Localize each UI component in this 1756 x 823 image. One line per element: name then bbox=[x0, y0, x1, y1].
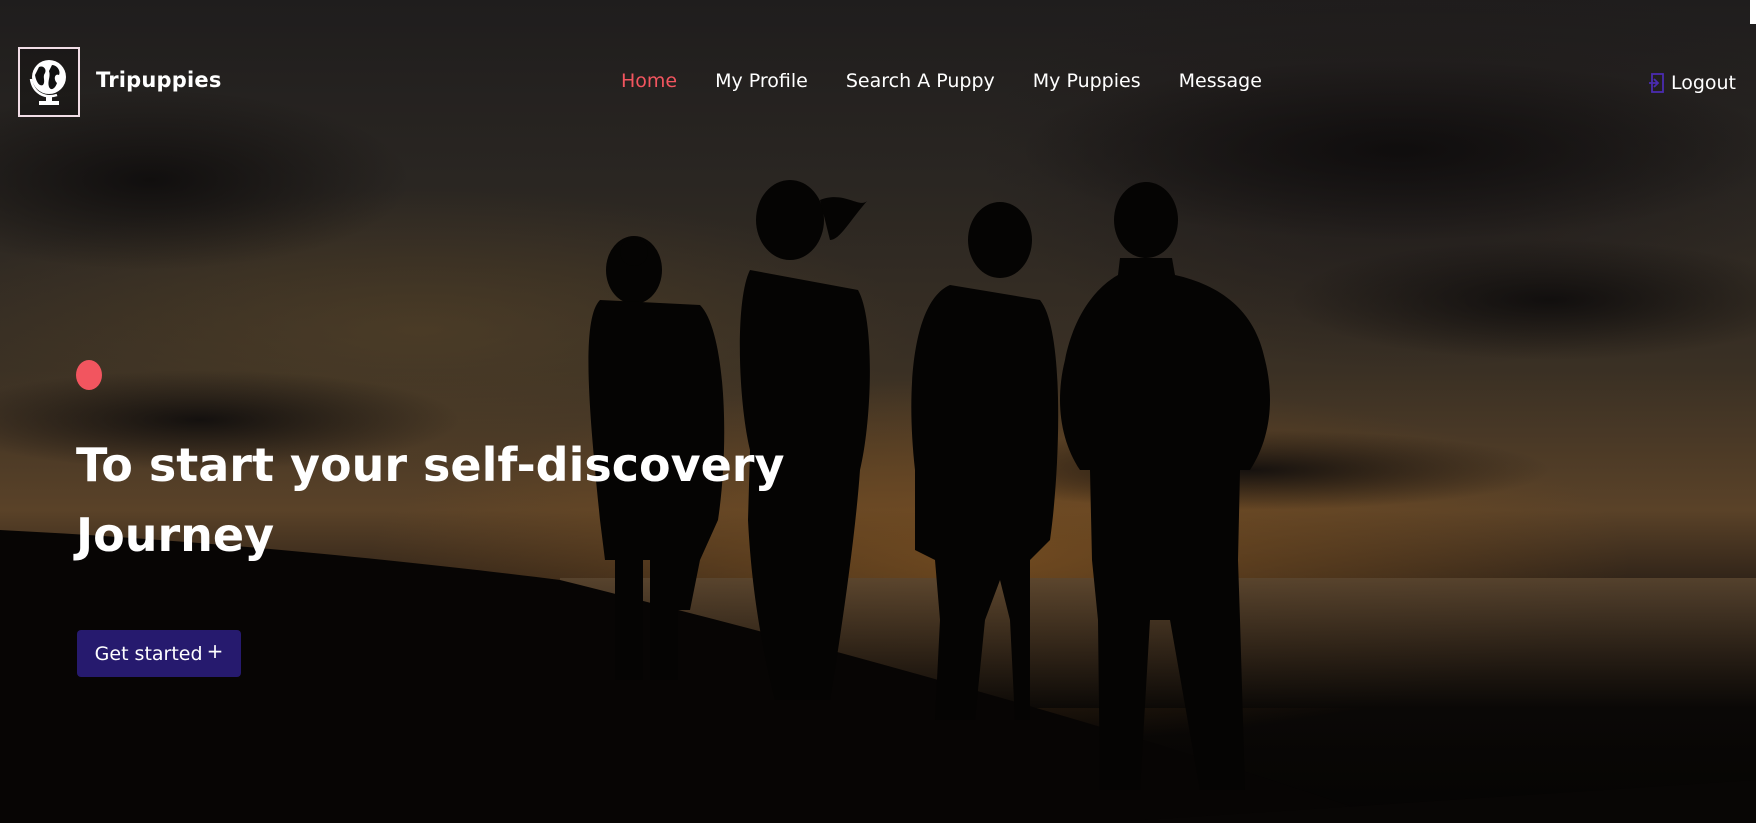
logout-label: Logout bbox=[1670, 72, 1736, 94]
plus-icon: + bbox=[206, 638, 224, 663]
get-started-label: Get started bbox=[94, 642, 203, 665]
main-menu: Home My Profile Search A Puppy My Puppie… bbox=[621, 70, 1300, 92]
brand-name[interactable]: Tripuppies bbox=[96, 68, 222, 92]
hero-section: Tripuppies Home My Profile Search A Pupp… bbox=[0, 0, 1756, 823]
hero-headline-line1: To start your self-discovery bbox=[76, 438, 785, 492]
top-navbar: Tripuppies Home My Profile Search A Pupp… bbox=[0, 0, 1756, 168]
globe-icon bbox=[29, 60, 66, 105]
accent-dot bbox=[76, 360, 102, 390]
nav-item-message[interactable]: Message bbox=[1179, 70, 1262, 92]
logout-icon bbox=[1648, 73, 1664, 93]
get-started-button[interactable]: Get started + bbox=[77, 630, 241, 677]
nav-item-my-puppies[interactable]: My Puppies bbox=[1033, 70, 1141, 92]
hero-headline-line2: Journey bbox=[76, 508, 275, 562]
logo[interactable] bbox=[18, 47, 80, 117]
logout-button[interactable]: Logout bbox=[1647, 72, 1736, 94]
hero-headline: To start your self-discovery Journey bbox=[76, 430, 876, 570]
nav-item-home[interactable]: Home bbox=[621, 70, 677, 92]
nav-item-search-a-puppy[interactable]: Search A Puppy bbox=[846, 70, 995, 92]
scrollbar-thumb[interactable] bbox=[1750, 0, 1756, 24]
nav-item-my-profile[interactable]: My Profile bbox=[715, 70, 808, 92]
